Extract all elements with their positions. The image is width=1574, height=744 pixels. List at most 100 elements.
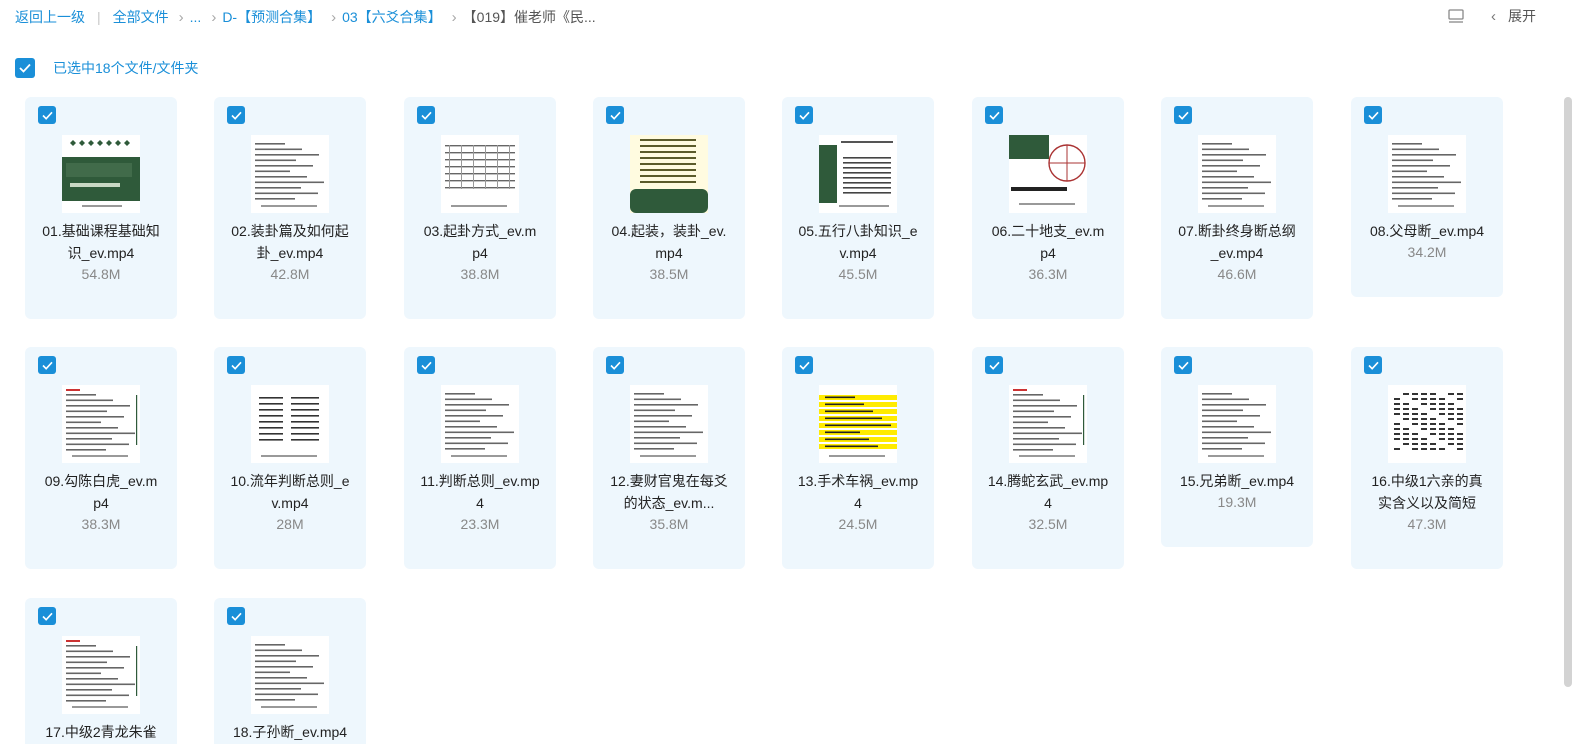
file-card[interactable]: 13.手术车祸_ev.mp 4 24.5M — [782, 347, 934, 569]
video-thumbnail — [251, 135, 329, 213]
file-card[interactable]: 10.流年判断总则_e v.mp4 28M — [214, 347, 366, 569]
file-name-line2: 实含义以及简短 — [1378, 495, 1476, 511]
file-name: 02.装卦篇及如何起 卦_ev.mp4 — [224, 220, 356, 264]
file-size: 45.5M — [838, 266, 878, 282]
file-size: 38.3M — [81, 516, 121, 532]
file-name-line2: 的状态_ev.m... — [623, 495, 715, 511]
file-card[interactable]: 04.起装，装卦_ev. mp4 38.5M — [593, 97, 745, 319]
breadcrumb-ellipsis[interactable]: ... — [190, 9, 202, 25]
file-card[interactable]: 14.腾蛇玄武_ev.mp 4 32.5M — [972, 347, 1124, 569]
file-name: 16.中级1六亲的真 实含义以及简短 — [1361, 470, 1493, 514]
file-name: 06.二十地支_ev.m p4 — [982, 220, 1114, 264]
file-card[interactable]: 15.兄弟断_ev.mp4 19.3M — [1161, 347, 1313, 547]
video-thumbnail — [251, 636, 329, 714]
file-checkbox[interactable] — [1364, 106, 1382, 124]
file-name-line1: 07.断卦终身断总纲 — [1178, 223, 1296, 239]
file-name: 11.判断总则_ev.mp 4 — [414, 470, 546, 514]
list-view-icon[interactable] — [1447, 7, 1465, 25]
file-name-line1: 14.腾蛇玄武_ev.mp — [987, 473, 1109, 489]
file-checkbox[interactable] — [227, 607, 245, 625]
file-checkbox[interactable] — [795, 356, 813, 374]
file-checkbox[interactable] — [38, 356, 56, 374]
breadcrumb-current: 【019】催老师《民... — [462, 9, 596, 25]
file-checkbox[interactable] — [38, 607, 56, 625]
file-card[interactable]: 08.父母断_ev.mp4 34.2M — [1351, 97, 1503, 297]
file-name-line1: 08.父母断_ev.mp4 — [1369, 223, 1485, 239]
file-name-line2: 识_ev.mp4 — [67, 245, 135, 261]
file-size: 19.3M — [1217, 494, 1257, 510]
file-card[interactable]: 02.装卦篇及如何起 卦_ev.mp4 42.8M — [214, 97, 366, 319]
file-card[interactable]: 07.断卦终身断总纲 _ev.mp4 46.6M — [1161, 97, 1313, 319]
file-checkbox[interactable] — [227, 106, 245, 124]
select-all[interactable]: 已选中18个文件/文件夹 — [15, 58, 198, 78]
file-checkbox[interactable] — [985, 356, 1003, 374]
file-name-line1: 09.勾陈白虎_ev.m — [44, 473, 158, 489]
video-thumbnail — [1009, 385, 1087, 463]
file-size: 32.5M — [1028, 516, 1068, 532]
file-card[interactable]: 03.起卦方式_ev.m p4 38.8M — [404, 97, 556, 319]
file-name-line2: 4 — [854, 495, 862, 511]
file-name-line1: 03.起卦方式_ev.m — [423, 223, 537, 239]
breadcrumb-level2[interactable]: 03【六爻合集】 — [342, 7, 442, 27]
file-checkbox[interactable] — [227, 356, 245, 374]
video-thumbnail — [819, 135, 897, 213]
chevron-right-icon: › — [331, 8, 337, 26]
breadcrumb-level1[interactable]: D-【预测合集】 — [222, 7, 321, 27]
file-name-line2: 4 — [476, 495, 484, 511]
file-size: 35.8M — [649, 516, 689, 532]
file-name-line2: v.mp4 — [839, 245, 877, 261]
video-thumbnail — [1009, 135, 1087, 213]
file-card[interactable]: 18.子孙断_ev.mp4 — [214, 598, 366, 744]
file-name-line1: 05.五行八卦知识_e — [798, 223, 918, 239]
file-checkbox[interactable] — [1174, 106, 1192, 124]
file-name-line2: v.mp4 — [271, 495, 309, 511]
file-checkbox[interactable] — [38, 106, 56, 124]
file-checkbox[interactable] — [606, 106, 624, 124]
file-name-line1: 17.中级2青龙朱雀 — [45, 724, 157, 740]
chevron-right-icon: › — [451, 8, 457, 26]
file-name: 17.中级2青龙朱雀 — [35, 721, 167, 743]
file-checkbox[interactable] — [985, 106, 1003, 124]
breadcrumb-root[interactable]: 全部文件 — [113, 7, 169, 27]
expand-button[interactable]: 展开 — [1508, 6, 1536, 26]
file-size: 47.3M — [1407, 516, 1447, 532]
file-checkbox[interactable] — [1364, 356, 1382, 374]
file-name-line1: 12.妻财官鬼在每爻 — [610, 473, 728, 489]
file-card[interactable]: 09.勾陈白虎_ev.m p4 38.3M — [25, 347, 177, 569]
file-checkbox[interactable] — [1174, 356, 1192, 374]
file-name: 07.断卦终身断总纲 _ev.mp4 — [1171, 220, 1303, 264]
file-name-line1: 16.中级1六亲的真 — [1371, 473, 1483, 489]
file-checkbox[interactable] — [417, 106, 435, 124]
file-size: 54.8M — [81, 266, 121, 282]
scrollbar[interactable] — [1564, 97, 1572, 687]
file-card[interactable]: 05.五行八卦知识_e v.mp4 45.5M — [782, 97, 934, 319]
video-thumbnail — [1198, 135, 1276, 213]
file-name-line1: 18.子孙断_ev.mp4 — [232, 724, 348, 740]
file-card[interactable]: 11.判断总则_ev.mp 4 23.3M — [404, 347, 556, 569]
back-link[interactable]: 返回上一级 — [15, 7, 85, 27]
file-name: 04.起装，装卦_ev. mp4 — [603, 220, 735, 264]
file-name: 15.兄弟断_ev.mp4 — [1171, 470, 1303, 492]
file-card[interactable]: 16.中级1六亲的真 实含义以及简短 47.3M — [1351, 347, 1503, 569]
file-checkbox[interactable] — [795, 106, 813, 124]
file-card[interactable]: 01.基础课程基础知 识_ev.mp4 54.8M — [25, 97, 177, 319]
video-thumbnail — [62, 385, 140, 463]
file-size: 46.6M — [1217, 266, 1257, 282]
file-card[interactable]: 06.二十地支_ev.m p4 36.3M — [972, 97, 1124, 319]
video-thumbnail — [251, 385, 329, 463]
file-name-line1: 02.装卦篇及如何起 — [231, 223, 349, 239]
chevron-left-icon[interactable]: ‹ — [1491, 8, 1496, 25]
file-card[interactable]: 17.中级2青龙朱雀 — [25, 598, 177, 744]
file-size: 38.8M — [460, 266, 500, 282]
video-thumbnail — [441, 385, 519, 463]
file-name: 10.流年判断总则_e v.mp4 — [224, 470, 356, 514]
select-all-checkbox[interactable] — [15, 58, 35, 78]
video-thumbnail — [62, 636, 140, 714]
file-name-line2: _ev.mp4 — [1210, 245, 1264, 261]
video-thumbnail — [630, 135, 708, 213]
file-checkbox[interactable] — [417, 356, 435, 374]
breadcrumb-divider: | — [97, 9, 101, 25]
file-name: 14.腾蛇玄武_ev.mp 4 — [982, 470, 1114, 514]
file-checkbox[interactable] — [606, 356, 624, 374]
file-card[interactable]: 12.妻财官鬼在每爻 的状态_ev.m... 35.8M — [593, 347, 745, 569]
